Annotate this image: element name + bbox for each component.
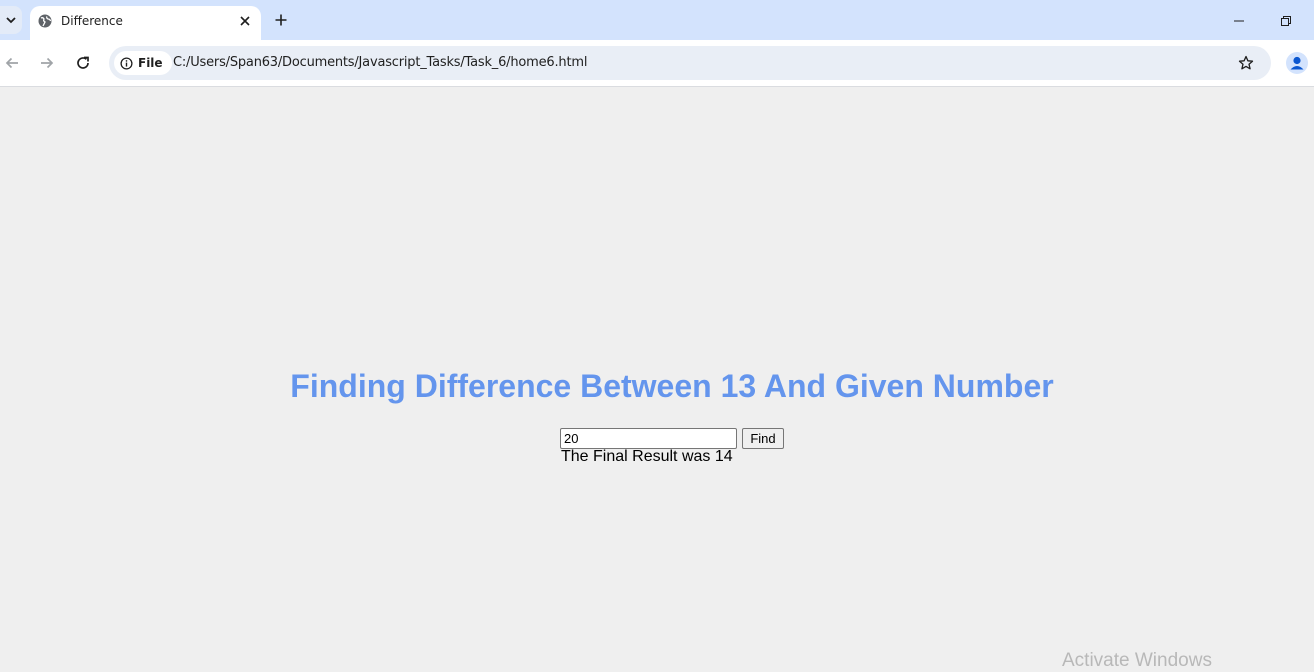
globe-icon (38, 14, 52, 28)
back-button[interactable] (1, 52, 23, 74)
tab-search-button[interactable] (0, 6, 22, 34)
reload-icon (77, 56, 89, 69)
minimize-icon (1234, 20, 1244, 22)
minimize-button[interactable] (1230, 12, 1248, 30)
bookmark-button[interactable] (1236, 53, 1256, 73)
reload-button[interactable] (72, 52, 94, 74)
number-input[interactable] (560, 428, 737, 449)
tab-title: Difference (61, 14, 123, 28)
restore-button[interactable] (1277, 12, 1295, 30)
active-tab[interactable]: Difference (30, 6, 261, 40)
site-info-chip[interactable]: File (114, 51, 172, 75)
star-icon (1238, 55, 1254, 70)
forward-button[interactable] (36, 52, 58, 74)
chevron-down-icon (6, 17, 16, 24)
browser-toolbar: File C:/Users/Span63/Documents/Javascrip… (0, 40, 1314, 87)
activate-windows-watermark: Activate Windows (1062, 650, 1212, 671)
page-viewport: Finding Difference Between 13 And Given … (0, 88, 1314, 672)
info-icon (120, 56, 133, 70)
new-tab-button[interactable] (271, 10, 291, 30)
result-text: The Final Result was 14 (561, 448, 733, 465)
tab-strip: Difference (0, 0, 1314, 40)
back-arrow-icon (5, 57, 18, 69)
site-chip-label: File (138, 56, 163, 70)
forward-arrow-icon (41, 57, 54, 69)
profile-button[interactable] (1286, 52, 1308, 74)
restore-icon (1281, 16, 1291, 26)
browser-window: Difference File C:/Users/Span63/Document… (0, 0, 1314, 672)
plus-icon (275, 14, 287, 26)
close-icon (240, 16, 250, 26)
find-button[interactable]: Find (742, 428, 784, 449)
address-bar[interactable]: File C:/Users/Span63/Documents/Javascrip… (109, 46, 1271, 80)
page-heading: Finding Difference Between 13 And Given … (290, 368, 1054, 404)
profile-icon (1290, 56, 1304, 70)
close-tab-button[interactable] (236, 12, 254, 30)
url-text[interactable]: C:/Users/Span63/Documents/Javascript_Tas… (173, 55, 587, 70)
